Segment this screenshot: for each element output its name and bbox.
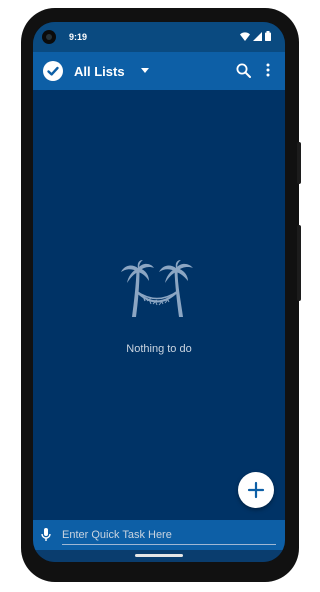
app-bar: All Lists (33, 52, 285, 90)
more-vert-icon[interactable] (266, 63, 270, 77)
status-bar: 9:19 (33, 22, 285, 52)
quick-task-bar (33, 520, 285, 550)
empty-state-message: Nothing to do (126, 343, 192, 355)
add-task-button[interactable] (238, 472, 274, 508)
task-list-area: Nothing to do (33, 90, 285, 520)
volume-button (297, 225, 301, 301)
quick-task-input[interactable] (62, 525, 276, 545)
battery-icon (265, 31, 271, 41)
screen: 9:19 All Lists Nothing to do Enter Quick… (33, 22, 285, 562)
system-icons (240, 31, 271, 41)
plus-icon (247, 481, 265, 499)
power-button (297, 142, 301, 184)
check-circle-icon[interactable] (43, 61, 63, 81)
home-indicator[interactable] (135, 554, 183, 557)
navigation-bar (33, 550, 285, 562)
status-time: 9:19 (69, 32, 88, 42)
list-title[interactable]: All Lists (74, 64, 125, 79)
mic-icon[interactable] (41, 528, 51, 542)
wifi-icon (240, 31, 250, 41)
front-camera (42, 30, 56, 44)
palm-trees-hammock-icon (121, 260, 193, 317)
search-icon[interactable] (236, 63, 251, 78)
dropdown-arrow-icon[interactable] (141, 68, 149, 73)
signal-icon (253, 31, 262, 41)
